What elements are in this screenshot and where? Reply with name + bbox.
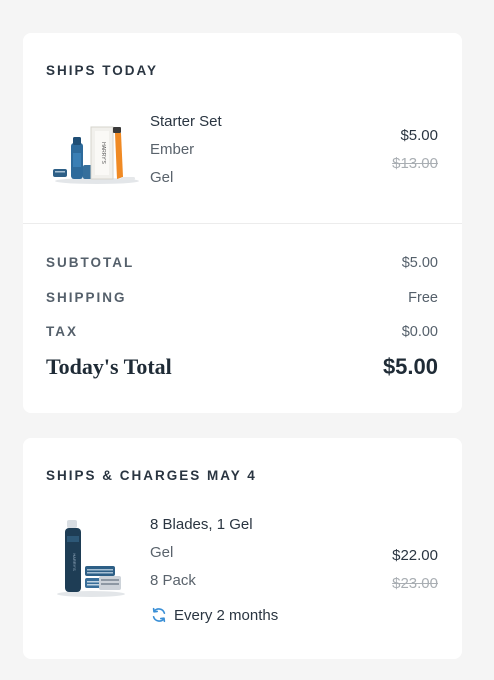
ships-later-heading: SHIPS & CHARGES MAY 4: [46, 468, 257, 483]
ships-today-heading: SHIPS TODAY: [46, 63, 159, 78]
starter-set-image: HARRY'S: [53, 126, 139, 184]
refill-pack-image: HARRY'S: [57, 520, 125, 597]
item-name: 8 Blades, 1 Gel: [150, 516, 253, 533]
svg-text:HARRY'S: HARRY'S: [72, 553, 77, 571]
subtotal-label: SUBTOTAL: [46, 255, 135, 270]
tax-label: TAX: [46, 324, 78, 339]
item-original-price: $23.00: [392, 575, 438, 592]
item-original-price: $13.00: [392, 155, 438, 172]
ships-today-card: SHIPS TODAY HARRY'S Starter Set Ember Ge…: [23, 33, 462, 413]
item-price: $5.00: [400, 127, 438, 144]
item-price: $22.00: [392, 547, 438, 564]
recurring-frequency: Every 2 months: [150, 606, 278, 624]
shipping-label: SHIPPING: [46, 290, 127, 305]
item-option-pack: 8 Pack: [150, 572, 196, 589]
tax-value: $0.00: [401, 324, 438, 340]
total-value: $5.00: [382, 354, 438, 379]
svg-text:HARRY'S: HARRY'S: [100, 142, 106, 164]
item-option-type: Gel: [150, 169, 174, 186]
total-row: Today's Total $5.00: [46, 354, 438, 380]
refill-pack-price: $22.00 $23.00: [392, 542, 438, 598]
starter-set-details: Starter Set Ember Gel: [150, 108, 222, 192]
item-option-type: Gel: [150, 544, 174, 561]
shipping-value: Free: [408, 290, 438, 306]
item-option-color: Ember: [150, 141, 195, 158]
ships-later-card: SHIPS & CHARGES MAY 4 HARRY'S 8 Blades, …: [23, 438, 462, 659]
subtotal-value: $5.00: [401, 255, 438, 271]
frequency-label: Every 2 months: [174, 606, 279, 624]
starter-set-price: $5.00 $13.00: [392, 122, 438, 178]
subtotal-row: SUBTOTAL $5.00: [46, 255, 438, 271]
shipping-row: SHIPPING Free: [46, 290, 438, 306]
refresh-icon: [152, 607, 166, 623]
tax-row: TAX $0.00: [46, 324, 438, 340]
section-divider: [23, 223, 462, 224]
refill-pack-details: 8 Blades, 1 Gel Gel 8 Pack: [150, 511, 253, 595]
total-label: Today's Total: [46, 354, 172, 379]
item-name: Starter Set: [150, 113, 222, 130]
